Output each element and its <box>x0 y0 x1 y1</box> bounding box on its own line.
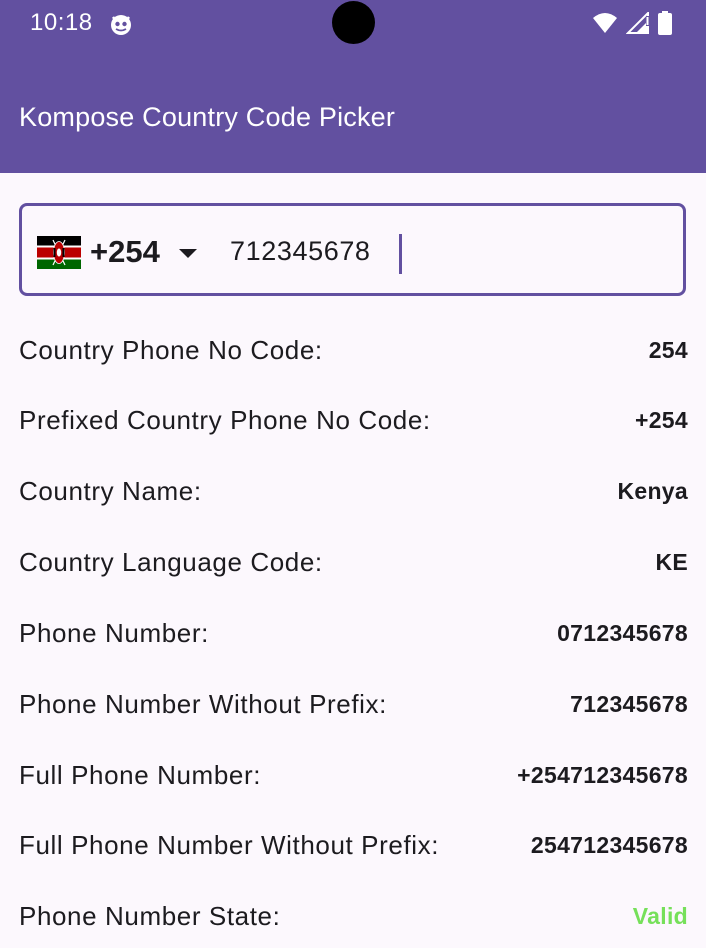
info-label: Phone Number State: <box>19 901 281 931</box>
info-value: +254712345678 <box>517 762 688 788</box>
info-value: 254 <box>648 337 688 363</box>
info-label: Phone Number Without Prefix: <box>19 689 387 719</box>
info-value: 254712345678 <box>530 832 688 858</box>
info-row-full-phone-without-prefix: Full Phone Number Without Prefix: 254712… <box>19 825 688 865</box>
info-label: Country Name: <box>19 476 202 506</box>
info-label: Prefixed Country Phone No Code: <box>19 405 431 435</box>
info-value: 712345678 <box>570 691 688 717</box>
info-row-full-phone-number: Full Phone Number: +254712345678 <box>19 755 688 795</box>
status-icons <box>592 10 672 36</box>
app-notification-icon <box>111 15 131 35</box>
status-bar: 10:18 <box>0 0 706 48</box>
info-row-country-language-code: Country Language Code: KE <box>19 542 688 582</box>
page-title: Kompose Country Code Picker <box>19 102 396 132</box>
info-label: Phone Number: <box>19 618 209 648</box>
status-badge: Valid <box>632 903 688 929</box>
info-row-country-phone-code: Country Phone No Code: 254 <box>19 330 688 370</box>
info-row-phone-number-state: Phone Number State: Valid <box>19 896 688 936</box>
text-cursor <box>399 234 402 274</box>
phone-number-input[interactable] <box>230 230 670 272</box>
camera-cutout <box>332 1 375 44</box>
info-value: 0712345678 <box>557 620 688 646</box>
country-code-selector[interactable]: +254 <box>90 234 160 270</box>
battery-icon <box>658 11 672 35</box>
info-row-prefixed-country-code: Prefixed Country Phone No Code: +254 <box>19 400 688 440</box>
info-label: Country Phone No Code: <box>19 335 323 365</box>
status-time: 10:18 <box>30 9 93 36</box>
info-value: Kenya <box>617 478 688 504</box>
info-label: Full Phone Number: <box>19 760 262 790</box>
kenya-flag-icon[interactable] <box>37 236 81 269</box>
wifi-icon <box>593 13 617 33</box>
signal-icon <box>626 12 649 34</box>
info-row-phone-without-prefix: Phone Number Without Prefix: 712345678 <box>19 684 688 724</box>
app-bar: Kompose Country Code Picker <box>0 48 706 173</box>
info-value: +254 <box>634 407 688 433</box>
info-row-phone-number: Phone Number: 0712345678 <box>19 613 688 653</box>
info-row-country-name: Country Name: Kenya <box>19 471 688 511</box>
dropdown-arrow-icon[interactable] <box>178 248 198 260</box>
info-label: Full Phone Number Without Prefix: <box>19 830 440 860</box>
phone-number-field[interactable]: +254 <box>19 203 686 296</box>
info-value: KE <box>655 549 688 575</box>
info-label: Country Language Code: <box>19 547 323 577</box>
